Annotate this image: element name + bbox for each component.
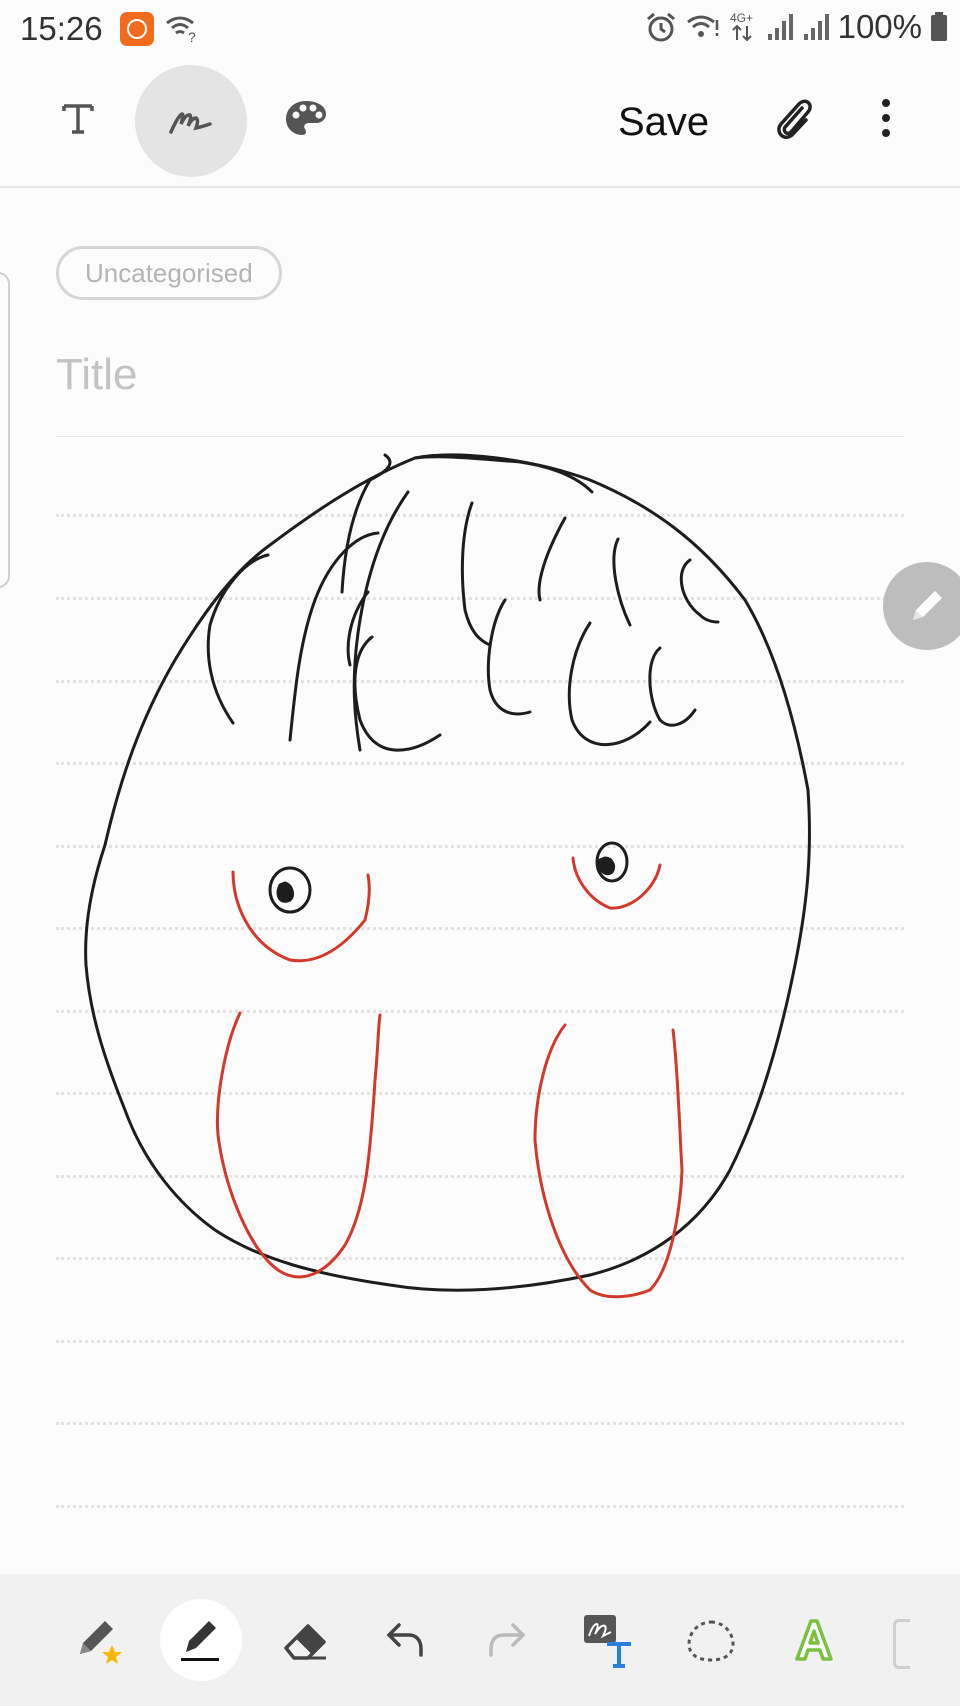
svg-text:?: ? — [188, 29, 196, 44]
attach-icon[interactable] — [764, 88, 824, 148]
4g-icon: 4G+ — [730, 11, 753, 42]
redo-icon[interactable] — [470, 1604, 542, 1676]
status-time: 15:26 — [20, 10, 103, 47]
mi-app-icon — [120, 12, 154, 46]
face-outline — [84, 453, 811, 1292]
battery-icon — [931, 12, 947, 41]
drawing-toolbar — [0, 1574, 960, 1706]
wifi-icon — [686, 15, 718, 37]
text-style-icon[interactable] — [778, 1604, 850, 1676]
drawing-canvas[interactable] — [0, 430, 960, 1390]
signal-icon — [803, 14, 829, 40]
pencil-icon — [913, 591, 942, 620]
lasso-icon[interactable] — [675, 1604, 747, 1676]
hair-strokes — [206, 453, 720, 752]
text-mode-icon[interactable] — [48, 88, 108, 148]
save-button[interactable]: Save — [618, 100, 709, 145]
rule-line — [56, 1422, 904, 1425]
favorite-pen-icon[interactable] — [62, 1604, 134, 1676]
svg-text:4G+: 4G+ — [730, 11, 753, 25]
signal-icon — [767, 14, 793, 40]
more-icon[interactable] — [866, 88, 906, 148]
pen-mode-icon[interactable] — [135, 65, 247, 177]
pen-icon[interactable] — [160, 1599, 242, 1681]
eraser-icon[interactable] — [270, 1604, 342, 1676]
wifi-question-icon: ? — [166, 16, 196, 44]
editor-toolbar: Save — [0, 60, 960, 188]
handwriting-to-text-icon[interactable] — [573, 1604, 645, 1676]
rule-line — [56, 1505, 904, 1508]
undo-icon[interactable] — [370, 1604, 442, 1676]
title-input[interactable]: Title — [56, 350, 138, 400]
red-strokes — [216, 856, 684, 1299]
eyes — [268, 841, 629, 914]
category-chip[interactable]: Uncategorised — [56, 246, 282, 300]
palette-icon[interactable] — [276, 88, 336, 148]
alarm-icon — [646, 12, 675, 42]
more-tools-edge[interactable] — [893, 1619, 910, 1669]
battery-percent: 100% — [837, 8, 922, 45]
status-bar: 15:26 ? 4G+ 100% — [0, 0, 960, 56]
